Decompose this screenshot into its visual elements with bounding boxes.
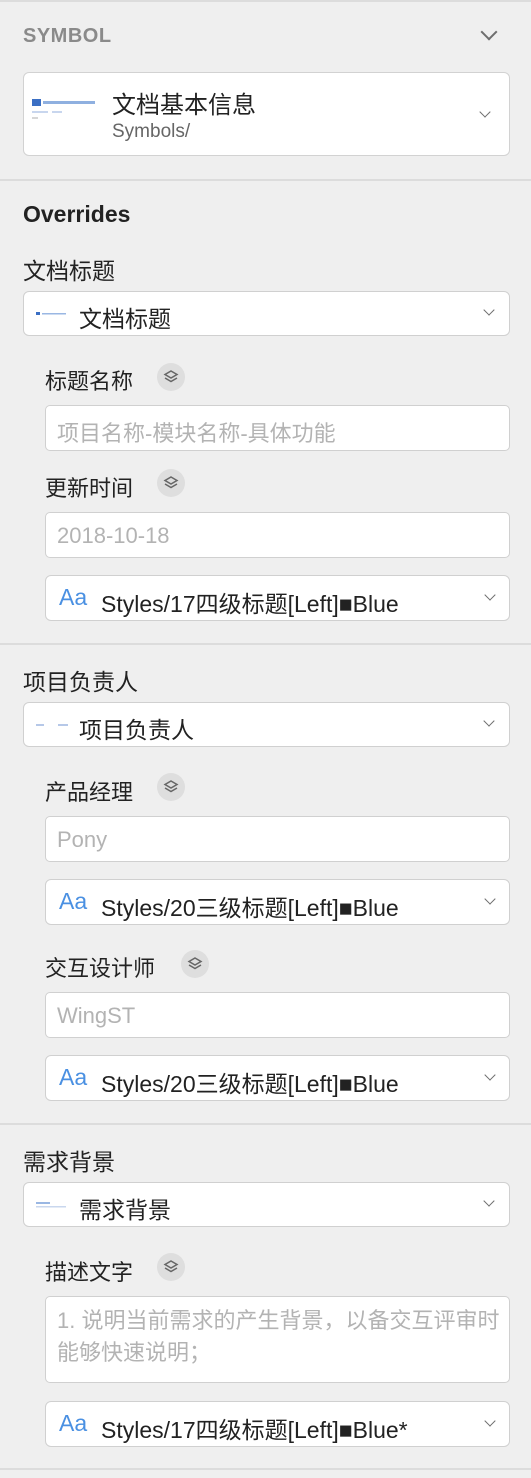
- field-label-interaction-designer: 交互设计师: [45, 956, 156, 981]
- group-label-requirement-background: 需求背景: [23, 1149, 115, 1175]
- field-label-product-manager: 产品经理: [45, 780, 134, 805]
- product-manager-input[interactable]: Pony: [45, 816, 510, 862]
- divider: [0, 643, 531, 645]
- group-label-project-owner: 项目负责人: [23, 669, 138, 695]
- text-style-label: Styles/17四级标题[Left]■Blue*: [101, 1417, 408, 1443]
- text-style-icon: Aa: [59, 1410, 88, 1436]
- text-style-dropdown[interactable]: Aa Styles/20三级标题[Left]■Blue: [45, 879, 510, 925]
- title-name-input[interactable]: 项目名称-模块名称-具体功能: [45, 405, 510, 451]
- doc-title-symbol-dropdown[interactable]: 文档标题: [23, 291, 510, 336]
- layers-icon[interactable]: [181, 950, 209, 978]
- chevron-down-icon: [484, 1415, 496, 1427]
- text-style-dropdown[interactable]: Aa Styles/17四级标题[Left]■Blue*: [45, 1401, 510, 1447]
- dropdown-label: 需求背景: [79, 1197, 171, 1223]
- chevron-down-icon: [483, 715, 495, 727]
- chevron-down-icon: [484, 1069, 496, 1081]
- divider: [0, 179, 531, 181]
- layers-icon[interactable]: [157, 469, 185, 497]
- chevron-down-icon: [479, 106, 491, 118]
- divider: [0, 1123, 531, 1125]
- overrides-title: Overrides: [23, 201, 131, 227]
- field-label-description: 描述文字: [45, 1260, 134, 1285]
- text-style-label: Styles/20三级标题[Left]■Blue: [101, 895, 399, 921]
- layers-icon[interactable]: [157, 363, 185, 391]
- divider: [0, 1468, 531, 1470]
- text-style-label: Styles/20三级标题[Left]■Blue: [101, 1071, 399, 1097]
- project-owner-symbol-dropdown[interactable]: 项目负责人: [23, 702, 510, 747]
- layers-icon[interactable]: [157, 773, 185, 801]
- symbol-name: 文档基本信息: [112, 92, 256, 119]
- input-placeholder: WingST: [57, 1003, 136, 1028]
- description-textarea[interactable]: 1. 说明当前需求的产生背景，以备交互评审时能够快速说明；: [45, 1296, 510, 1383]
- symbol-picker[interactable]: 文档基本信息 Symbols/: [23, 72, 510, 156]
- text-style-icon: Aa: [59, 888, 88, 914]
- input-placeholder: 2018-10-18: [57, 523, 170, 548]
- field-label-update-time: 更新时间: [45, 476, 134, 501]
- text-style-icon: Aa: [59, 584, 88, 610]
- input-placeholder: 项目名称-模块名称-具体功能: [57, 421, 336, 446]
- symbol-thumbnail-icon: [32, 99, 98, 129]
- text-style-dropdown[interactable]: Aa Styles/17四级标题[Left]■Blue: [45, 575, 510, 621]
- symbol-path: Symbols/: [112, 121, 191, 142]
- layers-icon[interactable]: [157, 1253, 185, 1281]
- chevron-down-icon: [484, 589, 496, 601]
- input-placeholder: Pony: [57, 827, 108, 852]
- chevron-down-icon: [483, 304, 495, 316]
- text-style-label: Styles/17四级标题[Left]■Blue: [101, 591, 399, 617]
- chevron-down-icon: [483, 1195, 495, 1207]
- dropdown-label: 项目负责人: [79, 717, 194, 743]
- text-style-dropdown[interactable]: Aa Styles/20三级标题[Left]■Blue: [45, 1055, 510, 1101]
- group-label-doc-title: 文档标题: [23, 258, 115, 284]
- interaction-designer-input[interactable]: WingST: [45, 992, 510, 1038]
- symbol-section-title: SYMBOL: [23, 25, 112, 47]
- top-border: [0, 0, 531, 2]
- collapse-chevron-icon[interactable]: [480, 23, 498, 41]
- requirement-background-symbol-dropdown[interactable]: 需求背景: [23, 1182, 510, 1227]
- field-label-title-name: 标题名称: [45, 369, 134, 394]
- update-time-input[interactable]: 2018-10-18: [45, 512, 510, 558]
- textarea-placeholder: 1. 说明当前需求的产生背景，以备交互评审时能够快速说明；: [57, 1308, 500, 1365]
- symbol-thumbnail-icon: [36, 1202, 66, 1208]
- dropdown-label: 文档标题: [79, 306, 171, 332]
- text-style-icon: Aa: [59, 1064, 88, 1090]
- symbol-thumbnail-icon: [36, 724, 68, 726]
- symbol-thumbnail-icon: [36, 312, 66, 315]
- chevron-down-icon: [484, 893, 496, 905]
